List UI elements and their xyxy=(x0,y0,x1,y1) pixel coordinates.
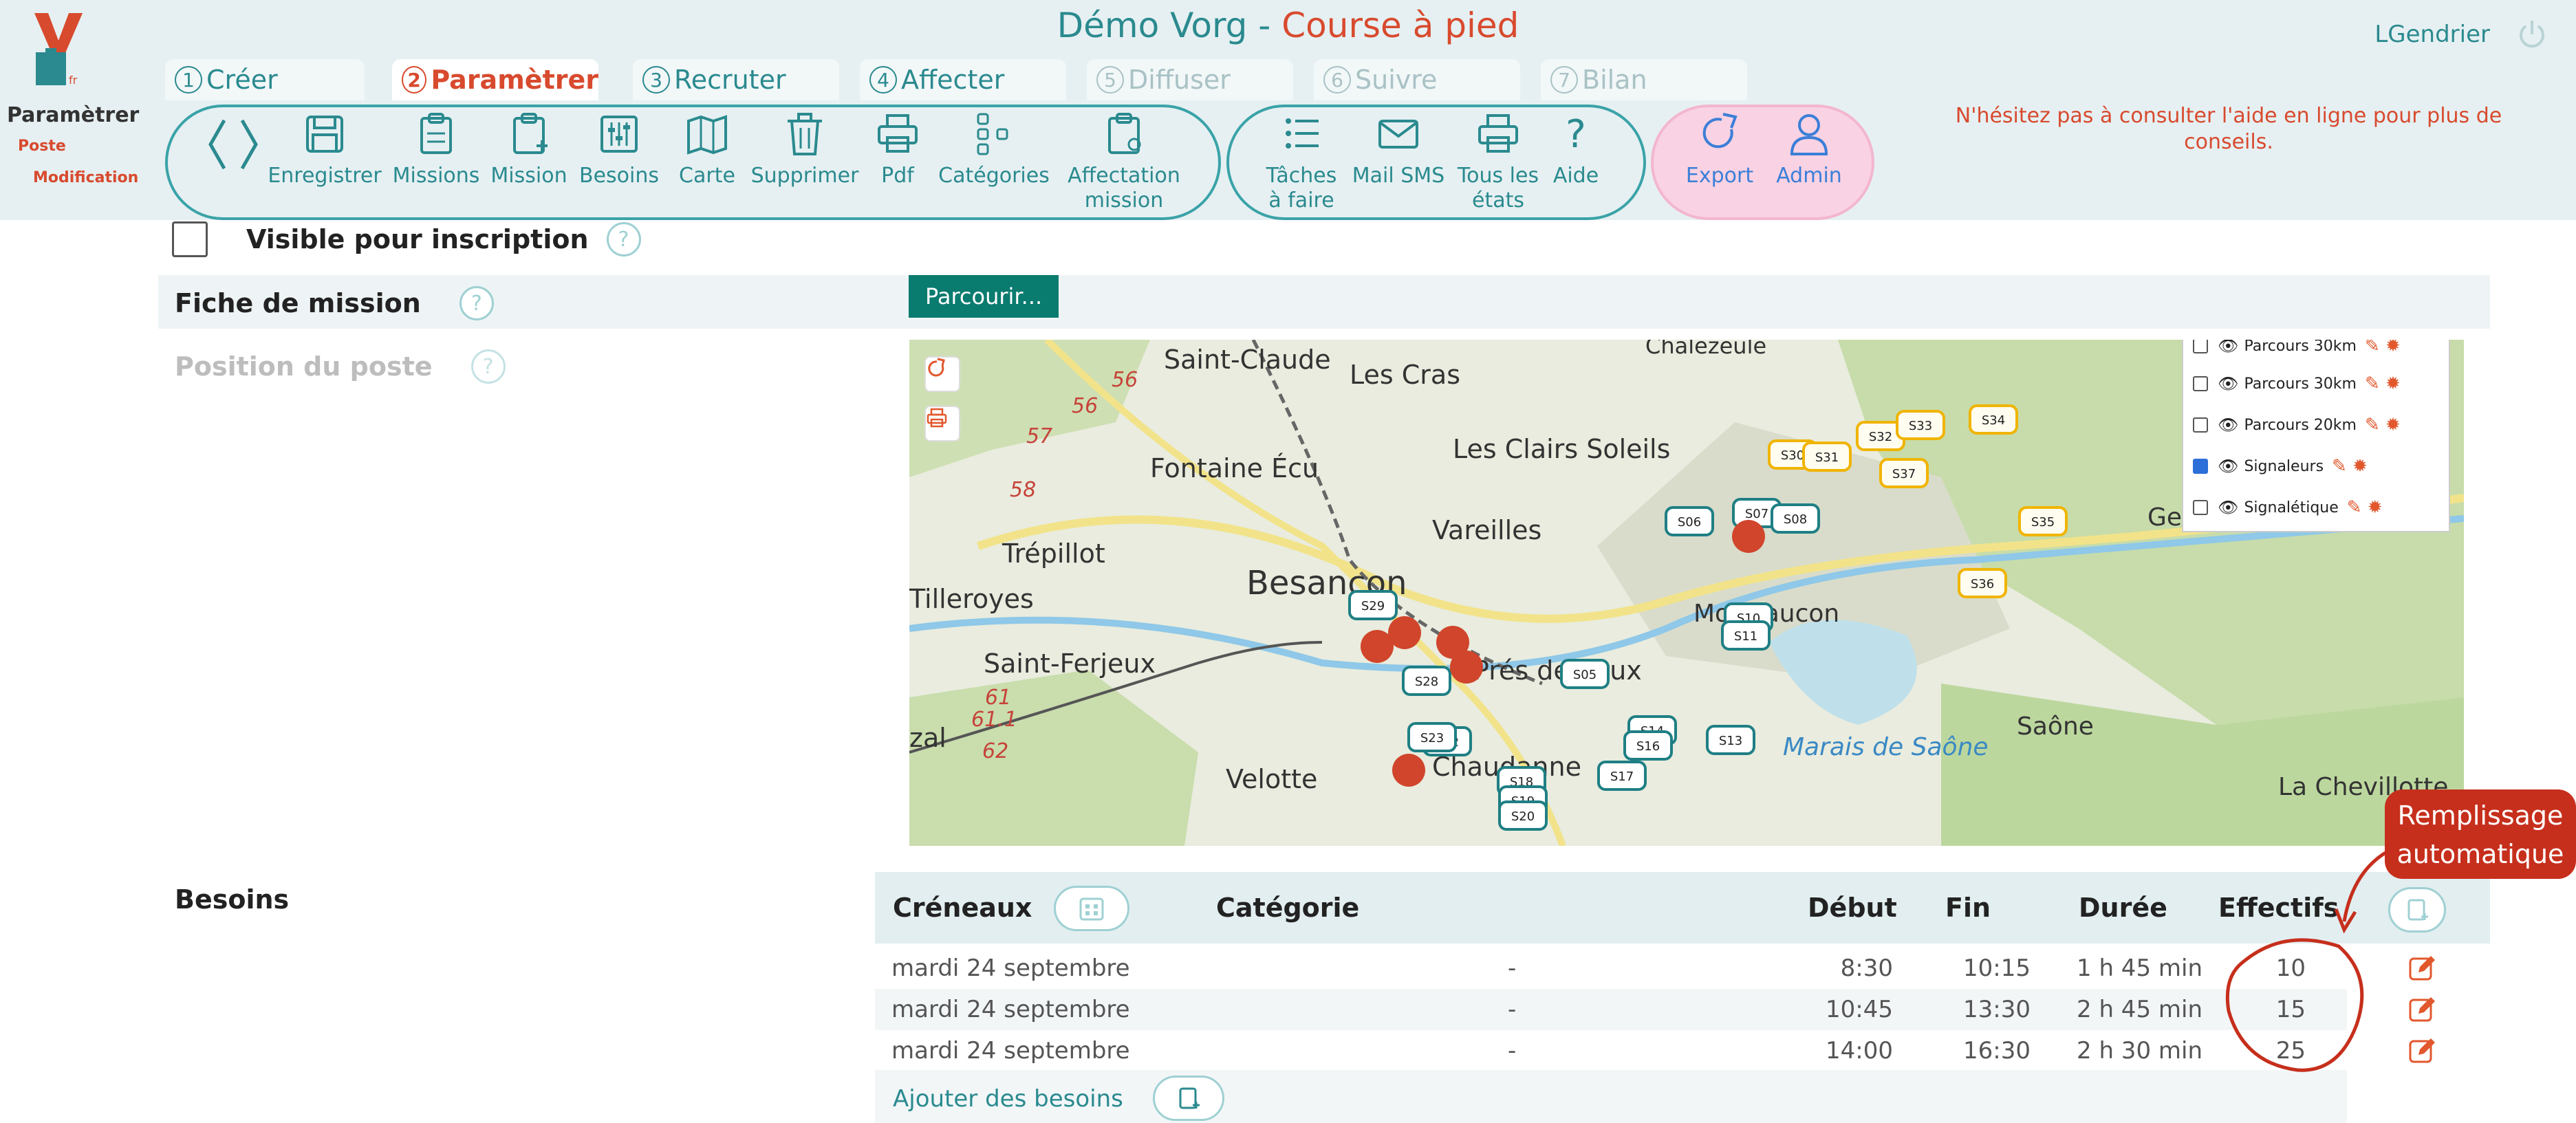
callout-line1: Remplissage xyxy=(2397,800,2564,831)
annotation-overlay xyxy=(2225,851,2387,1072)
callout-line2: automatique xyxy=(2396,839,2564,869)
auto-fill-callout: Remplissage automatique xyxy=(2385,789,2576,879)
